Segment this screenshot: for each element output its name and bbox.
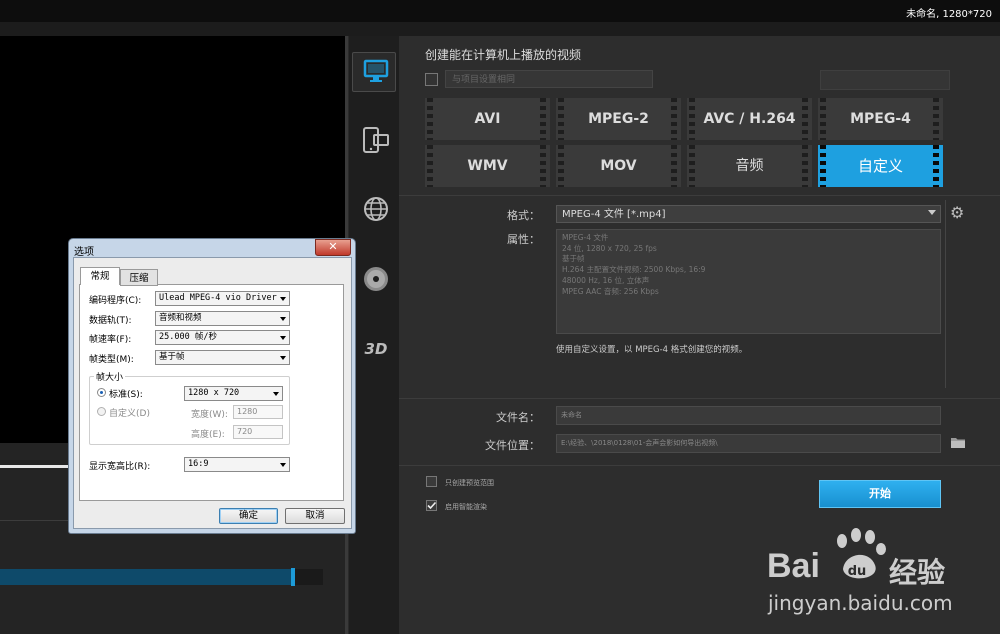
filename-input[interactable]: 未命名 [556,406,941,425]
render-progress-fill [0,569,293,585]
framesize-group-title: 帧大小 [94,370,126,383]
format-button-avc[interactable]: AVC / H.264 [687,98,812,140]
format-button-mpeg2[interactable]: MPEG-2 [556,98,681,140]
project-info: 未命名, 1280*720 [906,9,992,20]
standard-radio[interactable] [97,388,106,397]
height-label: 高度(E): [191,430,225,440]
format-description: 使用自定义设置，以 MPEG-4 格式创建您的视频。 [556,345,748,355]
custom-radio[interactable] [97,407,106,416]
dialog-title: 选项 [74,247,94,258]
preview-range-checkbox[interactable] [426,476,437,487]
format-button-mpeg4[interactable]: MPEG-4 [818,98,943,140]
divider [399,195,1000,196]
chevron-down-icon [280,356,286,360]
property-line: 48000 Hz, 16 位, 立体声 [562,275,650,285]
smart-render-label: 启用智能渲染 [445,503,487,511]
ok-button[interactable]: 确定 [219,508,278,524]
filename-label: 文件名： [496,411,540,424]
format-select[interactable]: MPEG-4 文件 [*.mp4] [556,205,941,223]
format-label: 格式： [507,209,540,222]
property-line: MPEG-4 文件 [562,233,609,242]
divider [945,200,946,388]
property-line: H.264 主配置文件视频: 2500 Kbps, 16:9 [562,265,706,275]
same-as-project-checkbox[interactable] [425,73,438,86]
preview-scrubber-line[interactable] [0,465,70,468]
format-button-wmv[interactable]: WMV [425,145,550,187]
format-button-custom[interactable]: 自定义 [818,145,943,187]
preview-range-label: 只创建预览范围 [445,479,494,487]
divider [399,398,1000,399]
format-button-audio[interactable]: 音频 [687,145,812,187]
standard-size-select[interactable]: 1280 x 720 [184,386,283,401]
encoder-label: 编码程序(C): [89,296,142,306]
frametype-label: 帧类型(M): [89,355,134,365]
monitor-icon[interactable] [360,55,392,87]
svg-text:du: du [848,564,867,579]
watermark-url: jingyan.baidu.com [768,591,953,615]
smart-render-checkbox[interactable] [426,500,437,511]
chevron-down-icon [928,210,936,215]
format-button-avi[interactable]: AVI [425,98,550,140]
watermark-brand: Bai [767,547,820,585]
baidu-jingyan-watermark: du Bai 经验 jingyan.baidu.com [765,525,990,630]
custom-label: 自定义(D) [109,409,150,419]
tab-general[interactable]: 常规 [80,267,120,285]
height-input[interactable]: 720 [233,425,283,439]
mobile-device-icon[interactable] [360,124,392,156]
3d-icon[interactable]: 3D [360,333,392,365]
width-label: 宽度(W): [191,410,228,420]
title-bar [0,0,1000,22]
disabled-button[interactable] [820,70,950,90]
properties-box: MPEG-4 文件 24 位, 1280 x 720, 25 fps 基于帧 H… [556,229,941,334]
tab-compression[interactable]: 压缩 [120,269,158,286]
frametype-select[interactable]: 基于帧 [155,350,290,365]
filepath-input[interactable]: E:\经验、\2018\0128\01-会声会影如何导出视频\ [556,434,941,453]
format-button-mov[interactable]: MOV [556,145,681,187]
chevron-down-icon [280,336,286,340]
property-line: 基于帧 [562,254,585,264]
chevron-down-icon [273,392,279,396]
disc-icon[interactable] [360,263,392,295]
sub-bar [0,22,1000,36]
properties-label: 属性： [507,233,540,246]
track-label: 数据轨(T): [89,316,132,326]
framerate-label: 帧速率(F): [89,335,132,345]
track-select[interactable]: 音频和视频 [155,311,290,326]
start-button[interactable]: 开始 [819,480,941,508]
chevron-down-icon [280,317,286,321]
filepath-label: 文件位置： [485,439,540,452]
property-line: 24 位, 1280 x 720, 25 fps [562,243,657,253]
chevron-down-icon [280,463,286,467]
aspect-label: 显示宽高比(R): [89,462,151,472]
globe-icon[interactable] [360,193,392,225]
chevron-down-icon [280,297,286,301]
width-input[interactable]: 1280 [233,405,283,419]
watermark-brand-cn: 经验 [889,556,946,589]
panel-header: 创建能在计算机上播放的视频 [425,48,582,62]
gear-icon[interactable]: ⚙ [950,203,964,222]
folder-icon[interactable] [950,434,966,448]
cancel-button[interactable]: 取消 [285,508,345,524]
framerate-select[interactable]: 25.000 帧/秒 [155,330,290,345]
close-icon[interactable]: ✕ [315,239,351,256]
property-line: MPEG AAC 音频: 256 Kbps [562,286,659,296]
same-as-project-select[interactable]: 与项目设置相同 [445,70,653,88]
aspect-select[interactable]: 16:9 [184,457,290,472]
standard-label: 标准(S): [109,390,143,400]
checkmark-icon [427,501,437,510]
divider [399,465,1000,466]
encoder-select[interactable]: Ulead MPEG-4 vio Driver [155,291,290,306]
timeline-marker[interactable] [291,568,295,586]
